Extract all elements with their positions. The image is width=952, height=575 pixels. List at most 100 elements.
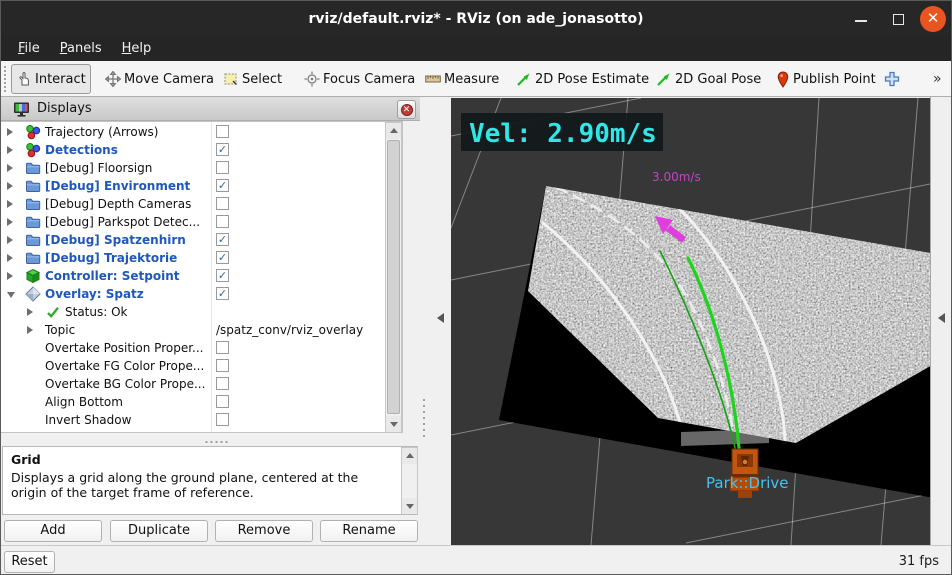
rename-button[interactable]: Rename [320, 520, 418, 542]
scroll-down-button[interactable] [402, 498, 417, 514]
enable-checkbox[interactable] [216, 359, 229, 372]
remove-button[interactable]: Remove [215, 520, 313, 542]
property-value[interactable]: /spatz_conv/rviz_overlay [216, 321, 363, 339]
collapse-left-icon[interactable] [437, 313, 444, 323]
scroll-up-button[interactable] [402, 448, 417, 464]
expand-arrow-closed[interactable] [27, 308, 33, 316]
tool-2d-goal-pose[interactable]: 2D Goal Pose [651, 64, 765, 94]
expand-arrow-closed[interactable] [7, 200, 13, 208]
expand-arrow-closed[interactable] [7, 236, 13, 244]
tree-row-overtake-position-proper[interactable]: Overtake Position Proper... [1, 339, 402, 357]
tool-label: Interact [35, 71, 86, 87]
tree-row-trajectory-arrows[interactable]: Trajectory (Arrows) [1, 123, 402, 141]
menu-item-help[interactable]: Help [119, 37, 155, 61]
tool--[interactable]: » [929, 64, 946, 94]
tree-row-detections[interactable]: Detections ✓ [1, 141, 402, 159]
displays-panel-header[interactable]: Displays ✕ [1, 97, 420, 121]
add-button[interactable]: Add [4, 520, 102, 542]
expand-arrow-closed[interactable] [7, 128, 13, 136]
tree-row-label[interactable]: [Debug] Environment [45, 177, 190, 195]
tree-row-label[interactable]: Invert Shadow [45, 411, 131, 429]
tree-row-overtake-bg-color-prope[interactable]: Overtake BG Color Prope... [1, 375, 402, 393]
tree-row-label[interactable]: Align Bottom [45, 393, 123, 411]
tool-plus[interactable] [879, 64, 905, 94]
tree-row-debug-environment[interactable]: [Debug] Environment ✓ [1, 177, 402, 195]
tool-select[interactable]: Select [219, 64, 286, 94]
close-button[interactable]: ✕ [917, 1, 949, 37]
enable-checkbox[interactable] [216, 215, 229, 228]
tree-row-label[interactable]: Detections [45, 141, 118, 159]
reset-button[interactable]: Reset [4, 551, 55, 573]
panel-splitter-handle[interactable] [204, 440, 228, 444]
splitter-grip[interactable] [422, 397, 426, 441]
tree-row-debug-trajektorie[interactable]: [Debug] Trajektorie ✓ [1, 249, 402, 267]
tree-row-debug-parkspot-detec[interactable]: [Debug] Parkspot Detec... [1, 213, 402, 231]
enable-checkbox[interactable] [216, 341, 229, 354]
tree-row-debug-floorsign[interactable]: [Debug] Floorsign [1, 159, 402, 177]
expand-arrow-closed[interactable] [7, 218, 13, 226]
tree-row-label[interactable]: Trajectory (Arrows) [45, 123, 158, 141]
render-viewport[interactable]: 3.00m/s Park::Drive Vel: 2.90m/s [451, 98, 930, 545]
tree-row-label[interactable]: [Debug] Parkspot Detec... [45, 213, 200, 231]
enable-checkbox[interactable]: ✓ [216, 179, 229, 192]
enable-checkbox[interactable] [216, 125, 229, 138]
tree-row-overtake-fg-color-prope[interactable]: Overtake FG Color Prope... [1, 357, 402, 375]
tree-row-align-bottom[interactable]: Align Bottom [1, 393, 402, 411]
tool-measure[interactable]: Measure [421, 64, 503, 94]
expand-arrow-open[interactable] [7, 292, 15, 298]
tree-row-label[interactable]: Topic [45, 321, 75, 339]
tree-row-topic[interactable]: Topic/spatz_conv/rviz_overlay [1, 321, 402, 339]
expand-arrow-closed[interactable] [7, 146, 13, 154]
tool-2d-pose-estimate[interactable]: 2D Pose Estimate [511, 64, 653, 94]
rviz-window: rviz/default.rviz* - RViz (on ade_jonaso… [0, 0, 952, 575]
expand-arrow-closed[interactable] [7, 272, 13, 280]
enable-checkbox[interactable] [216, 197, 229, 210]
tool-move-camera[interactable]: Move Camera [101, 64, 218, 94]
enable-checkbox[interactable] [216, 395, 229, 408]
tree-row-invert-shadow[interactable]: Invert Shadow [1, 411, 402, 429]
tree-row-label[interactable]: Overtake BG Color Prope... [45, 375, 205, 393]
collapse-right-icon[interactable] [938, 313, 945, 323]
enable-checkbox[interactable] [216, 377, 229, 390]
tree-row-label[interactable]: Overtake Position Proper... [45, 339, 204, 357]
tree-row-controller-setpoint[interactable]: Controller: Setpoint ✓ [1, 267, 402, 285]
tree-row-label[interactable]: Status: Ok [65, 303, 128, 321]
displays-panel-close-button[interactable]: ✕ [397, 100, 416, 119]
tool-interact[interactable]: Interact [11, 64, 91, 94]
expand-arrow-closed[interactable] [7, 254, 13, 262]
enable-checkbox[interactable]: ✓ [216, 143, 229, 156]
tree-row-label[interactable]: Overlay: Spatz [45, 285, 144, 303]
menu-item-file[interactable]: File [15, 37, 43, 61]
tree-row-debug-spatzenhirn[interactable]: [Debug] Spatzenhirn ✓ [1, 231, 402, 249]
speed-label: 3.00m/s [652, 170, 701, 184]
right-panel-strip[interactable] [930, 97, 951, 545]
tree-row-label[interactable]: [Debug] Depth Cameras [45, 195, 191, 213]
enable-checkbox[interactable] [216, 413, 229, 426]
tree-row-label[interactable]: [Debug] Floorsign [45, 159, 152, 177]
tool-publish-point[interactable]: Publish Point [772, 64, 880, 94]
expand-arrow-closed[interactable] [27, 326, 33, 334]
tree-row-debug-depth-cameras[interactable]: [Debug] Depth Cameras [1, 195, 402, 213]
enable-checkbox[interactable]: ✓ [216, 251, 229, 264]
tree-row-label[interactable]: Controller: Setpoint [45, 267, 180, 285]
tree-row-label[interactable]: Overtake FG Color Prope... [45, 357, 204, 375]
menu-item-panels[interactable]: Panels [57, 37, 105, 61]
titlebar[interactable]: rviz/default.rviz* - RViz (on ade_jonaso… [1, 1, 951, 37]
main-splitter[interactable] [420, 97, 451, 545]
tree-row-label[interactable]: [Debug] Trajektorie [45, 249, 177, 267]
toolbar-drag-handle[interactable] [3, 65, 8, 93]
help-scrollbar[interactable] [401, 447, 418, 514]
tree-row-overlay-spatz[interactable]: Overlay: Spatz ✓ [1, 285, 402, 303]
maximize-button[interactable] [885, 1, 913, 37]
enable-checkbox[interactable]: ✓ [216, 287, 229, 300]
duplicate-button[interactable]: Duplicate [110, 520, 208, 542]
expand-arrow-closed[interactable] [7, 164, 13, 172]
tool-focus-camera[interactable]: Focus Camera [300, 64, 419, 94]
enable-checkbox[interactable]: ✓ [216, 233, 229, 246]
minimize-button[interactable] [847, 1, 875, 37]
tree-row-status-ok[interactable]: Status: Ok [1, 303, 402, 321]
enable-checkbox[interactable] [216, 161, 229, 174]
expand-arrow-closed[interactable] [7, 182, 13, 190]
enable-checkbox[interactable]: ✓ [216, 269, 229, 282]
tree-row-label[interactable]: [Debug] Spatzenhirn [45, 231, 186, 249]
